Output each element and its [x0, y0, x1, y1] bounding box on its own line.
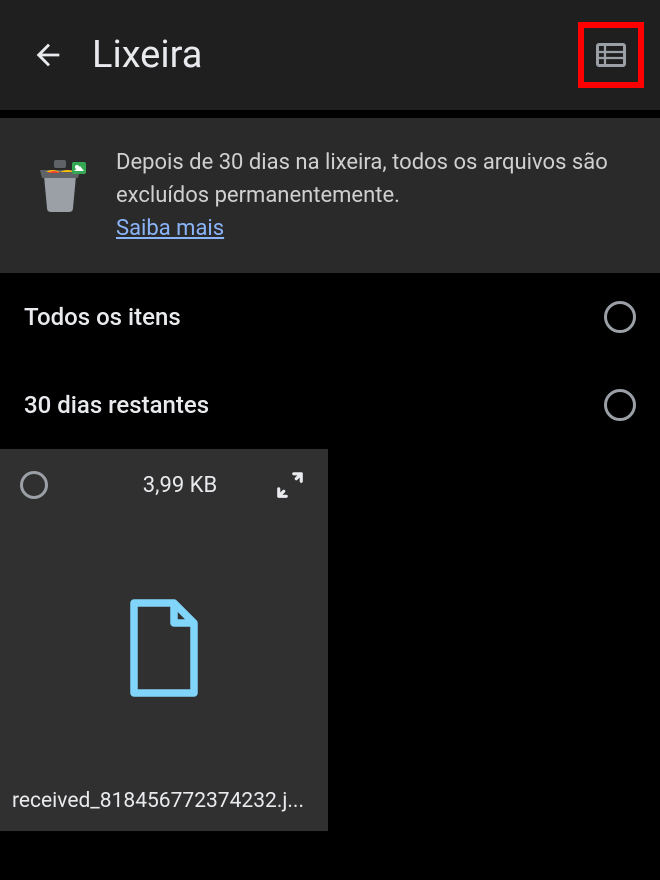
banner-message: Depois de 30 dias na lixeira, todos os a…	[116, 150, 608, 208]
page-title: Lixeira	[92, 33, 202, 77]
app-header: Lixeira	[0, 0, 660, 110]
file-preview	[0, 521, 328, 775]
file-name: received_818456772374232.j...	[0, 775, 328, 831]
file-select-radio[interactable]	[20, 471, 48, 499]
file-icon	[124, 598, 204, 698]
trash-icon	[24, 146, 96, 218]
all-items-section[interactable]: Todos os itens	[0, 273, 660, 361]
file-card-header: 3,99 KB	[0, 449, 328, 521]
info-banner: Depois de 30 dias na lixeira, todos os a…	[0, 118, 660, 273]
days-remaining-radio[interactable]	[604, 389, 636, 421]
expand-icon	[275, 470, 305, 500]
file-card[interactable]: 3,99 KB received_818456772374232.j...	[0, 449, 328, 831]
file-size: 3,99 KB	[88, 473, 272, 498]
view-toggle-button[interactable]	[578, 22, 644, 88]
expand-button[interactable]	[272, 467, 308, 503]
file-grid: 3,99 KB received_818456772374232.j...	[0, 449, 660, 831]
days-remaining-section[interactable]: 30 dias restantes	[0, 361, 660, 449]
all-items-label: Todos os itens	[24, 303, 181, 331]
back-button[interactable]	[24, 31, 72, 79]
arrow-left-icon	[31, 38, 65, 72]
days-remaining-label: 30 dias restantes	[24, 391, 209, 419]
list-view-icon	[593, 37, 629, 73]
learn-more-link[interactable]: Saiba mais	[116, 216, 224, 241]
all-items-radio[interactable]	[604, 301, 636, 333]
banner-text: Depois de 30 dias na lixeira, todos os a…	[116, 146, 636, 245]
